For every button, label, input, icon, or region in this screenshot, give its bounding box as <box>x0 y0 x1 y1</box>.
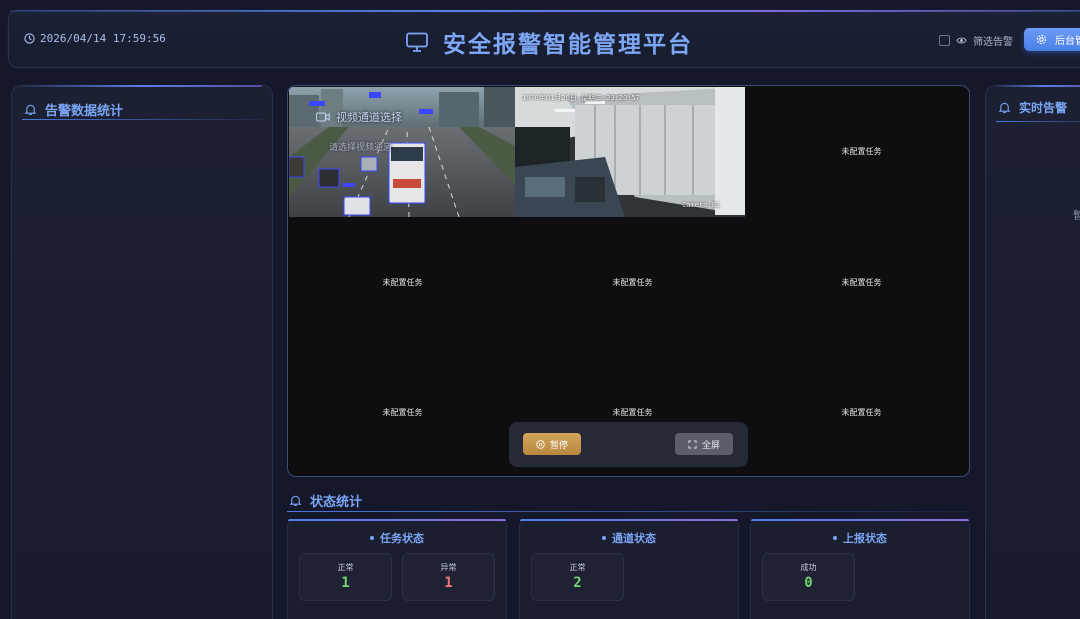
realtime-alarm-panel: 实时告警 暫 <box>985 85 1080 619</box>
stat-label: 成功 <box>800 563 817 572</box>
card-title: 任务状态 <box>288 530 506 546</box>
fullscreen-icon <box>688 439 697 449</box>
stat-success: 成功 0 <box>762 553 855 601</box>
channel-status-card: 通道状态 正常 2 <box>519 519 739 619</box>
card-title-text: 任务状态 <box>380 532 424 545</box>
bell-icon <box>289 495 302 506</box>
traffic-camera-feed <box>289 87 517 217</box>
fullscreen-label: 全屏 <box>701 440 720 451</box>
bell-icon <box>24 104 37 115</box>
title-divider <box>996 121 1080 122</box>
video-wall: 视频通道选择 请选择视频通道 1970年01月20日 星期二 23:20:57 … <box>287 85 970 477</box>
office-camera-feed <box>515 87 745 217</box>
video-cell-4[interactable]: 未配置任务 <box>288 217 517 347</box>
page-title: 安全报警智能管理平台 <box>405 25 693 59</box>
video-cell-1[interactable]: 视频通道选择 请选择视频通道 <box>289 87 517 217</box>
stat-value: 2 <box>573 575 582 591</box>
gear-icon <box>1036 34 1047 45</box>
filter-alarm-toggle[interactable]: 筛选告警 <box>939 33 1013 48</box>
title-divider <box>287 511 970 512</box>
status-statistics-title: 状态统计 <box>289 491 362 510</box>
filter-label: 筛选告警 <box>973 37 1013 48</box>
channel-select-placeholder[interactable]: 请选择视频通道 <box>329 140 392 153</box>
task-status-card: 任务状态 正常 1 异常 1 <box>287 519 507 619</box>
video-cell-6[interactable]: 未配置任务 <box>747 217 969 347</box>
card-title-text: 通道状态 <box>612 532 656 545</box>
datetime-text: 2026/04/14 17:59:56 <box>40 32 166 45</box>
filter-checkbox[interactable] <box>939 35 950 46</box>
video-camera-icon <box>316 112 330 122</box>
stat-normal: 正常 2 <box>531 553 624 601</box>
channel-select[interactable]: 视频通道选择 <box>316 109 402 125</box>
unconfigured-label: 未配置任务 <box>841 277 882 287</box>
status-statistics-title-text: 状态统计 <box>310 495 363 510</box>
unconfigured-label: 未配置任务 <box>841 146 882 156</box>
eye-icon <box>956 37 967 44</box>
unconfigured-label: 未配置任务 <box>382 407 423 417</box>
clock-icon <box>24 33 35 44</box>
channel-select-label: 视频通道选择 <box>336 111 402 124</box>
pause-icon <box>536 439 545 449</box>
realtime-alarm-title-text: 实时告警 <box>1019 101 1068 115</box>
alarm-statistics-title-text: 告警数据统计 <box>45 104 124 119</box>
camera-timestamp: 1970年01月20日 星期二 23:20:57 <box>522 94 640 102</box>
unconfigured-label: 未配置任务 <box>612 277 653 287</box>
alarm-statistics-title: 告警数据统计 <box>24 100 123 119</box>
unconfigured-label: 未配置任务 <box>382 277 423 287</box>
unconfigured-label: 未配置任务 <box>841 407 882 417</box>
camera-name: Camera 01 <box>682 201 720 209</box>
stat-label: 正常 <box>337 563 354 572</box>
page-title-text: 安全报警智能管理平台 <box>443 32 693 58</box>
alarm-statistics-panel: 告警数据统计 <box>11 85 273 619</box>
stat-value: 1 <box>341 575 350 591</box>
video-controls: 暂停 全屏 <box>509 422 748 467</box>
stat-value: 0 <box>804 575 813 591</box>
report-status-card: 上报状态 成功 0 <box>750 519 970 619</box>
card-title: 上报状态 <box>751 530 969 546</box>
realtime-alarm-title: 实时告警 <box>998 99 1067 116</box>
video-cell-2[interactable]: 1970年01月20日 星期二 23:20:57 Camera 01 <box>515 87 745 217</box>
datetime-display: 2026/04/14 17:59:56 <box>24 32 166 45</box>
bell-icon <box>998 102 1011 113</box>
video-cell-3[interactable]: 未配置任务 <box>747 86 969 216</box>
stat-abnormal: 异常 1 <box>402 553 495 601</box>
top-header: 2026/04/14 17:59:56 安全报警智能管理平台 筛选告警 后台管 <box>8 10 1080 68</box>
title-divider <box>22 119 262 120</box>
card-title-text: 上报状态 <box>843 532 887 545</box>
unconfigured-label: 未配置任务 <box>612 407 653 417</box>
stat-value: 1 <box>444 575 453 591</box>
admin-button[interactable]: 后台管 <box>1024 28 1080 51</box>
pause-label: 暂停 <box>549 440 568 451</box>
pause-button[interactable]: 暂停 <box>523 433 581 455</box>
stat-label: 正常 <box>569 563 586 572</box>
video-cell-5[interactable]: 未配置任务 <box>518 217 747 347</box>
video-cell-7[interactable]: 未配置任务 <box>288 347 517 476</box>
monitor-icon <box>406 32 428 52</box>
stat-normal: 正常 1 <box>299 553 392 601</box>
empty-alarm-text: 暫 <box>1073 211 1080 222</box>
admin-button-label: 后台管 <box>1055 36 1080 47</box>
stat-label: 异常 <box>440 563 457 572</box>
video-cell-9[interactable]: 未配置任务 <box>747 347 969 476</box>
fullscreen-button[interactable]: 全屏 <box>675 433 733 455</box>
card-title: 通道状态 <box>520 530 738 546</box>
